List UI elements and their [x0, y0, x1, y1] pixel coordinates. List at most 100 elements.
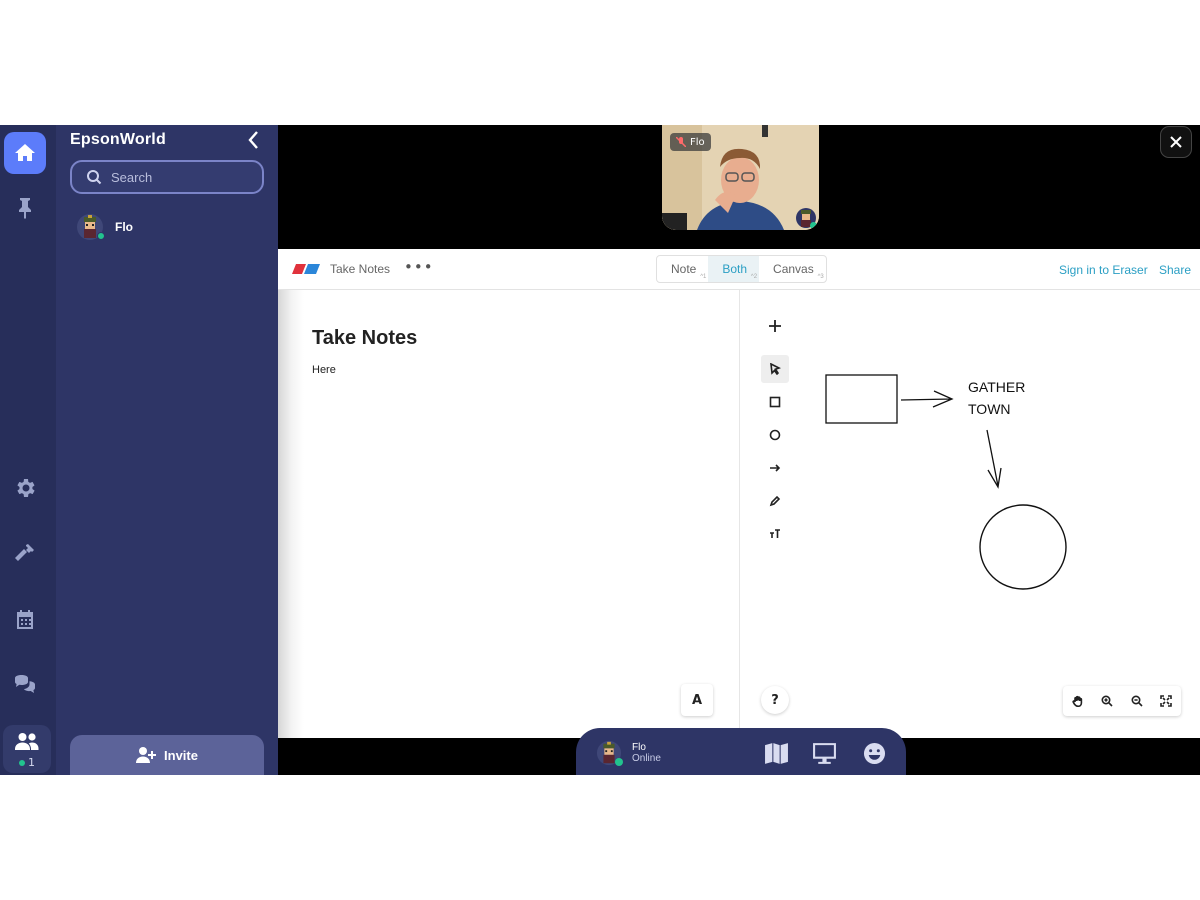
canvas-pane[interactable]: GATHER TOWN ?: [741, 290, 1200, 738]
chevron-left-icon: [248, 131, 258, 149]
video-name-tag: Flo: [670, 133, 711, 151]
add-user-icon: [136, 747, 157, 763]
drawn-circle[interactable]: [979, 504, 1067, 590]
mode-note-shortcut: ^1: [700, 274, 707, 280]
pen-icon: [769, 495, 781, 507]
avatar: [76, 213, 105, 241]
self-status-text: Online: [632, 753, 661, 764]
self-info: Flo Online: [632, 742, 661, 764]
collapse-sidebar-button[interactable]: [244, 129, 264, 151]
zoom-in-icon: [1101, 694, 1113, 707]
space-title: EpsonWorld: [70, 131, 166, 148]
circle-tool[interactable]: [761, 421, 789, 449]
rail-pin-button[interactable]: [4, 187, 46, 229]
drawing-tools: [761, 355, 791, 553]
font-style-button[interactable]: A: [681, 684, 713, 716]
map-button[interactable]: [762, 740, 790, 766]
zoom-out-icon: [1131, 694, 1143, 707]
fit-icon: [1160, 694, 1173, 707]
zoom-in-button[interactable]: [1101, 692, 1113, 711]
online-dot: [810, 222, 817, 229]
text-tool[interactable]: [761, 520, 789, 548]
calendar-icon: [17, 610, 33, 629]
self-status[interactable]: Flo Online: [596, 740, 661, 766]
eraser-toolbar: Take Notes ••• Note ^1 Both ^2 Canvas ^3 Si…: [278, 249, 1200, 290]
rail-people-button[interactable]: 1: [3, 725, 51, 773]
fit-screen-button[interactable]: [1160, 692, 1173, 711]
sign-in-link[interactable]: Sign in to Eraser: [1059, 263, 1148, 277]
self-name: Flo: [632, 742, 646, 753]
canvas-drawing: [825, 374, 1067, 590]
close-button[interactable]: [1160, 126, 1192, 158]
emoji-button[interactable]: [860, 740, 888, 766]
search-icon: [87, 170, 102, 185]
online-count: 1: [19, 756, 35, 769]
chat-icon: [15, 675, 35, 693]
mode-both-label: Both: [722, 262, 748, 276]
search-input[interactable]: [111, 169, 261, 185]
member-row[interactable]: Flo: [76, 213, 133, 241]
avatar: [596, 740, 623, 766]
pen-tool[interactable]: [761, 487, 789, 515]
video-participant-name: Flo: [690, 136, 705, 148]
member-name: Flo: [115, 220, 133, 234]
rectangle-tool[interactable]: [761, 388, 789, 416]
mode-canvas-label: Canvas: [773, 262, 814, 276]
add-button[interactable]: [761, 312, 789, 340]
mode-both-button[interactable]: Both ^2: [708, 256, 760, 282]
home-icon: [15, 144, 35, 161]
bottom-bar: Flo Online: [576, 728, 906, 775]
hammer-icon: [15, 544, 34, 561]
hand-tool-button[interactable]: [1072, 692, 1084, 711]
online-count-value: 1: [28, 756, 35, 769]
drawn-text-line-2: TOWN: [968, 401, 1011, 417]
notes-pane[interactable]: Take Notes Here A: [278, 290, 740, 738]
online-dot: [19, 759, 25, 766]
sidebar: EpsonWorld Flo: [56, 125, 278, 775]
share-link[interactable]: Share: [1159, 263, 1191, 277]
invite-button[interactable]: Invite: [70, 735, 264, 775]
circle-icon: [769, 429, 781, 441]
doc-name[interactable]: Take Notes: [330, 262, 390, 276]
close-icon: [1170, 136, 1182, 148]
select-icon: [770, 363, 781, 375]
drawn-arrow-right[interactable]: [900, 390, 954, 408]
invite-label: Invite: [164, 747, 198, 763]
mode-canvas-shortcut: ^3: [817, 274, 824, 280]
pin-icon: [19, 198, 31, 219]
people-icon: [15, 733, 39, 750]
mode-canvas-button[interactable]: Canvas ^3: [759, 256, 826, 282]
help-button[interactable]: ?: [761, 686, 789, 714]
rail-build-button[interactable]: [4, 532, 46, 574]
arrow-tool[interactable]: [761, 454, 789, 482]
mode-note-button[interactable]: Note ^1: [657, 256, 708, 282]
map-icon: [764, 742, 788, 764]
online-dot: [97, 232, 105, 240]
drawn-arrow-down[interactable]: [986, 429, 1002, 489]
drawn-text-line-1: GATHER: [968, 379, 1026, 395]
online-dot: [615, 758, 623, 766]
mic-muted-icon: [676, 137, 686, 147]
eraser-embed: Take Notes ••• Note ^1 Both ^2 Canvas ^3 Si…: [278, 249, 1200, 738]
search-box: [70, 160, 264, 194]
rail-calendar-button[interactable]: [4, 599, 46, 641]
plus-icon: [769, 320, 781, 332]
select-tool[interactable]: [761, 355, 789, 383]
note-title[interactable]: Take Notes: [312, 327, 417, 350]
drawn-rectangle[interactable]: [825, 374, 898, 424]
video-avatar: [795, 207, 817, 229]
note-body[interactable]: Here: [312, 364, 336, 376]
emoji-icon: [863, 742, 885, 764]
text-icon: [770, 529, 780, 538]
app-window: 1 EpsonWorld Search Flo Invite Flo Take …: [0, 125, 1200, 775]
screen-share-button[interactable]: [810, 740, 838, 766]
more-options-button[interactable]: •••: [404, 258, 434, 276]
video-tile[interactable]: Flo: [662, 125, 819, 230]
mode-note-label: Note: [671, 262, 697, 276]
rail-chat-button[interactable]: [4, 664, 46, 706]
drawn-text[interactable]: GATHER TOWN: [968, 376, 1025, 420]
zoom-out-button[interactable]: [1131, 692, 1143, 711]
mode-both-shortcut: ^2: [750, 274, 758, 280]
rail-home-button[interactable]: [4, 132, 46, 174]
rail-settings-button[interactable]: [4, 467, 46, 509]
